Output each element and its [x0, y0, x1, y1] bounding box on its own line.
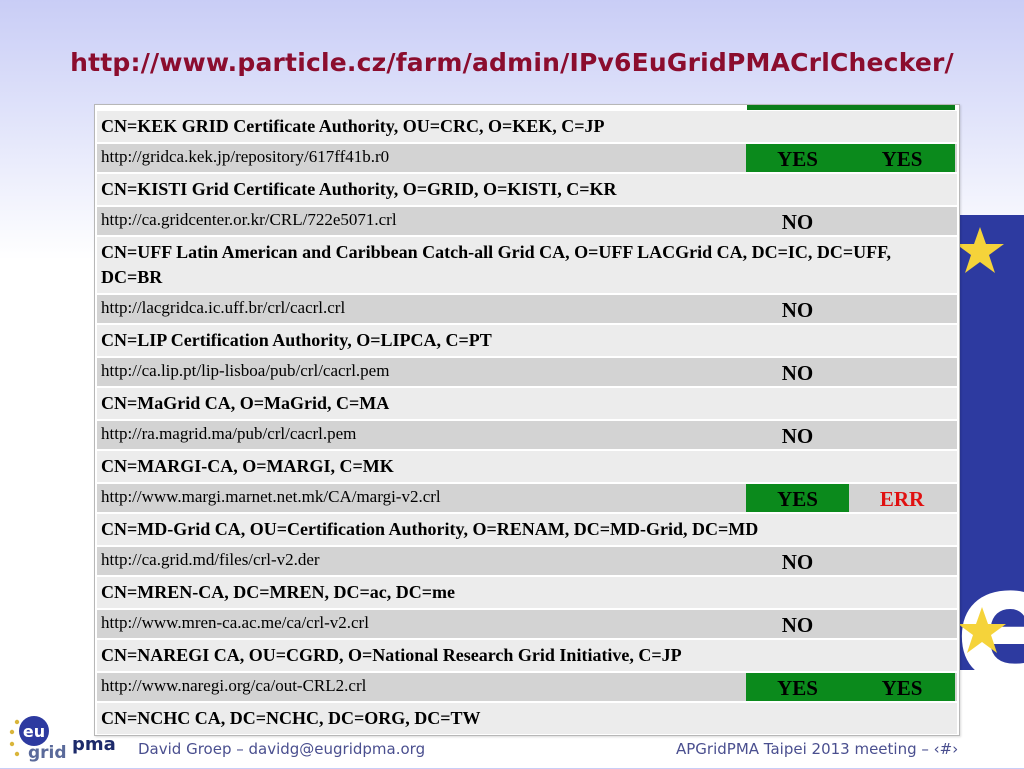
ipv6-check-cell	[849, 358, 955, 386]
crl-url-row: http://lacgridca.ic.uff.br/crl/cacrl.crl…	[97, 295, 957, 325]
eugridpma-logo: eu grid pma	[8, 712, 133, 764]
crl-url-link[interactable]: http://www.mren-ca.ac.me/ca/crl-v2.crl	[101, 613, 369, 633]
crl-url-row: http://www.mren-ca.ac.me/ca/crl-v2.crl NO	[97, 610, 957, 640]
ipv4-check-cell: NO	[781, 550, 814, 574]
ca-name-row: CN=MD-Grid CA, OU=Certification Authorit…	[97, 514, 957, 547]
ipv4-check-cell: NO	[781, 361, 814, 385]
ipv4-check-cell: NO	[781, 210, 814, 234]
ipv4-check-cell: NO	[781, 424, 814, 448]
ipv6-check-cell	[849, 207, 955, 235]
ca-name-row: CN=LIP Certification Authority, O=LIPCA,…	[97, 325, 957, 358]
ipv6-check-cell	[849, 610, 955, 638]
logo-star-icon	[9, 729, 15, 735]
star-icon	[955, 225, 1005, 275]
crl-url-row: http://www.naregi.org/ca/out-CRL2.crl YES…	[97, 673, 957, 703]
crl-url-row: http://www.margi.marnet.net.mk/CA/margi-…	[97, 484, 957, 514]
ca-name-row: CN=KISTI Grid Certificate Authority, O=G…	[97, 174, 957, 207]
ipv4-check-cell: YES	[746, 144, 849, 172]
crl-url-link[interactable]: http://www.margi.marnet.net.mk/CA/margi-…	[101, 487, 441, 507]
crl-url-link[interactable]: http://ra.magrid.ma/pub/crl/cacrl.pem	[101, 424, 356, 444]
ca-name-row: CN=KEK GRID Certificate Authority, OU=CR…	[97, 111, 957, 144]
crl-url-link[interactable]: http://www.naregi.org/ca/out-CRL2.crl	[101, 676, 366, 696]
ipv6-check-cell: ERR	[879, 487, 925, 511]
crl-url-row: http://gridca.kek.jp/repository/617ff41b…	[97, 144, 957, 174]
logo-star-icon	[14, 751, 20, 757]
footer-meeting: APGridPMA Taipei 2013 meeting – ‹#›	[676, 740, 959, 758]
crl-url-link[interactable]: http://ca.gridcenter.or.kr/CRL/722e5071.…	[101, 210, 397, 230]
crl-url-link[interactable]: http://lacgridca.ic.uff.br/crl/cacrl.crl	[101, 298, 345, 318]
ipv4-check-cell: YES	[746, 673, 849, 701]
logo-pma: pma	[72, 734, 116, 755]
ipv6-check-cell	[849, 547, 955, 575]
ca-name-row: CN=UFF Latin American and Caribbean Catc…	[97, 237, 957, 295]
ipv4-check-cell: YES	[746, 484, 849, 512]
crl-check-table: CN=KEK GRID Certificate Authority, OU=CR…	[94, 104, 960, 736]
ca-name-row: CN=MARGI-CA, O=MARGI, C=MK	[97, 451, 957, 484]
header-strip	[747, 105, 955, 110]
crl-url-link[interactable]: http://ca.lip.pt/lip-lisboa/pub/crl/cacr…	[101, 361, 389, 381]
footer-author: David Groep – davidg@eugridpma.org	[138, 740, 426, 758]
ipv6-check-cell: YES	[849, 673, 955, 701]
ca-name-row: CN=NAREGI CA, OU=CGRD, O=National Resear…	[97, 640, 957, 673]
ipv4-check-cell: NO	[781, 298, 814, 322]
logo-star-icon	[9, 741, 15, 747]
ca-name-row: CN=MREN-CA, DC=MREN, DC=ac, DC=me	[97, 577, 957, 610]
crl-url-row: http://ra.magrid.ma/pub/crl/cacrl.pem NO	[97, 421, 957, 451]
ca-name-row: CN=MaGrid CA, O=MaGrid, C=MA	[97, 388, 957, 421]
ipv6-check-cell	[849, 295, 955, 323]
ipv6-check-cell	[849, 421, 955, 449]
crl-url-row: http://ca.lip.pt/lip-lisboa/pub/crl/cacr…	[97, 358, 957, 388]
star-icon	[957, 605, 1007, 655]
logo-grid: grid	[28, 743, 67, 763]
table-rows: CN=KEK GRID Certificate Authority, OU=CR…	[97, 111, 957, 735]
ipv4-check-cell: NO	[781, 613, 814, 637]
crl-url-link[interactable]: http://ca.grid.md/files/crl-v2.der	[101, 550, 320, 570]
logo-eu: eu	[23, 722, 45, 741]
logo-star-icon	[14, 719, 20, 725]
crl-url-link[interactable]: http://gridca.kek.jp/repository/617ff41b…	[101, 147, 389, 167]
ca-name-row: CN=NCHC CA, DC=NCHC, DC=ORG, DC=TW	[97, 703, 957, 735]
ipv6-check-cell: YES	[849, 144, 955, 172]
crl-url-row: http://ca.grid.md/files/crl-v2.der NO	[97, 547, 957, 577]
slide-title: http://www.particle.cz/farm/admin/IPv6Eu…	[70, 48, 954, 77]
eu-flag-decoration: e	[955, 215, 1024, 670]
crl-url-row: http://ca.gridcenter.or.kr/CRL/722e5071.…	[97, 207, 957, 237]
